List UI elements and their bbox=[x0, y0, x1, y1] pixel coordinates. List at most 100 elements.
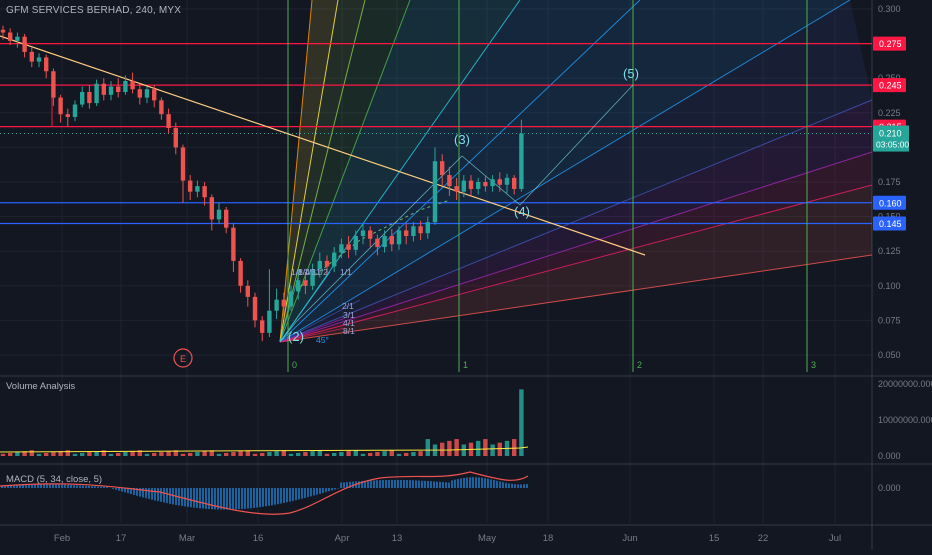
candle[interactable] bbox=[504, 177, 510, 185]
macd-tick-label: 0.000 bbox=[878, 483, 901, 493]
candle[interactable] bbox=[461, 180, 466, 192]
gann-label: 1/3 bbox=[304, 267, 316, 277]
candle[interactable] bbox=[188, 180, 193, 192]
candle[interactable] bbox=[432, 161, 438, 223]
candle[interactable] bbox=[195, 186, 200, 192]
time-axis[interactable]: Feb 17 Mar 16 Apr 13 May 18 Jun 15 22 Jul bbox=[54, 533, 841, 544]
candle[interactable] bbox=[440, 161, 445, 176]
candle[interactable] bbox=[360, 230, 366, 236]
candle[interactable] bbox=[476, 182, 481, 189]
price-tick-label: 0.100 bbox=[878, 281, 901, 291]
candle[interactable] bbox=[324, 260, 330, 267]
candle[interactable] bbox=[144, 89, 150, 98]
candle[interactable] bbox=[353, 235, 358, 250]
candle[interactable] bbox=[519, 133, 524, 189]
candle[interactable] bbox=[497, 179, 502, 185]
volume-bar bbox=[224, 452, 229, 456]
candle[interactable] bbox=[108, 86, 114, 95]
chart-canvas[interactable]: (5)(3)(4)(2)E0 1 2 31/81/41/3 1/22/11/13/14/… bbox=[0, 0, 932, 550]
candle[interactable] bbox=[375, 238, 380, 248]
candle[interactable] bbox=[29, 51, 34, 62]
wave-label: (5) bbox=[623, 66, 639, 81]
candle[interactable] bbox=[58, 97, 63, 115]
candle[interactable] bbox=[44, 57, 49, 72]
candle[interactable] bbox=[346, 244, 351, 250]
candle[interactable] bbox=[281, 299, 286, 307]
candle[interactable] bbox=[216, 209, 222, 220]
candle[interactable] bbox=[454, 186, 459, 192]
candle[interactable] bbox=[267, 310, 272, 333]
candle[interactable] bbox=[152, 89, 157, 101]
candle[interactable] bbox=[180, 147, 186, 181]
candle[interactable] bbox=[130, 80, 135, 90]
candle[interactable] bbox=[0, 29, 6, 33]
price-axis[interactable]: 0.0500.0750.1000.1250.1500.1750.2000.225… bbox=[873, 4, 932, 493]
candle[interactable] bbox=[396, 230, 402, 245]
candle[interactable] bbox=[36, 57, 42, 62]
candle[interactable] bbox=[101, 83, 106, 95]
candle[interactable] bbox=[245, 285, 250, 297]
candle[interactable] bbox=[202, 186, 207, 198]
chart-root[interactable]: (5) (3) (4) (2) E 0 1 2 3 1/8 1/4 1/3 1/2 2/1 1/1 3/1 4/… bbox=[0, 0, 932, 550]
volume-bar bbox=[490, 444, 495, 456]
candle[interactable] bbox=[296, 280, 301, 292]
volume-bar bbox=[274, 451, 279, 456]
candle[interactable] bbox=[8, 32, 13, 41]
candle[interactable] bbox=[22, 36, 27, 52]
candle[interactable] bbox=[260, 320, 265, 333]
volume-bar bbox=[188, 452, 193, 456]
candle[interactable] bbox=[173, 128, 178, 148]
volume-pane-title: Volume Analysis bbox=[6, 381, 76, 392]
candle[interactable] bbox=[303, 280, 308, 286]
level-price-label: 0.145 bbox=[879, 219, 902, 229]
candle[interactable] bbox=[137, 89, 142, 98]
candle[interactable] bbox=[332, 252, 337, 267]
volume-tick-label: 10000000.000 bbox=[878, 415, 932, 425]
candle[interactable] bbox=[404, 230, 409, 236]
candle[interactable] bbox=[116, 86, 121, 93]
candle[interactable] bbox=[94, 83, 99, 104]
candle[interactable] bbox=[288, 291, 294, 307]
volume-bar bbox=[130, 451, 135, 456]
candle[interactable] bbox=[231, 227, 236, 261]
volume-bar bbox=[425, 439, 430, 456]
candle[interactable] bbox=[252, 296, 258, 321]
candle[interactable] bbox=[425, 222, 430, 234]
candle[interactable] bbox=[447, 175, 452, 187]
candle[interactable] bbox=[468, 180, 474, 189]
candle[interactable] bbox=[490, 179, 495, 187]
fib-time-label: 3 bbox=[811, 360, 816, 370]
candle[interactable] bbox=[51, 71, 56, 98]
candle[interactable] bbox=[418, 226, 423, 234]
candle[interactable] bbox=[339, 244, 344, 253]
candle[interactable] bbox=[389, 235, 394, 245]
volume-bar bbox=[461, 444, 466, 456]
volume-bar bbox=[65, 450, 70, 456]
volume-bar bbox=[418, 451, 423, 456]
price-tick-label: 0.175 bbox=[878, 177, 901, 187]
macd-pane-title: MACD (5, 34, close, 5) bbox=[6, 474, 103, 485]
candle[interactable] bbox=[382, 235, 387, 248]
volume-bar bbox=[411, 452, 416, 456]
volume-bar bbox=[123, 452, 128, 456]
candle[interactable] bbox=[72, 104, 78, 117]
candle[interactable] bbox=[238, 260, 243, 286]
candle[interactable] bbox=[411, 226, 416, 236]
candle[interactable] bbox=[512, 177, 517, 189]
candle[interactable] bbox=[87, 92, 92, 104]
candle[interactable] bbox=[166, 114, 171, 129]
price-tick-label: 0.075 bbox=[878, 315, 901, 325]
candle[interactable] bbox=[15, 36, 20, 41]
candle[interactable] bbox=[368, 230, 373, 239]
volume-bar bbox=[116, 452, 121, 456]
candle[interactable] bbox=[224, 209, 229, 228]
candle[interactable] bbox=[274, 299, 279, 311]
volume-bar bbox=[238, 451, 243, 456]
candle[interactable] bbox=[123, 80, 128, 93]
candle[interactable] bbox=[159, 100, 164, 115]
candle[interactable] bbox=[65, 114, 70, 117]
candle[interactable] bbox=[483, 182, 488, 187]
candle[interactable] bbox=[209, 197, 214, 220]
candle[interactable] bbox=[80, 92, 85, 105]
level-price-label: 0.275 bbox=[879, 39, 902, 49]
